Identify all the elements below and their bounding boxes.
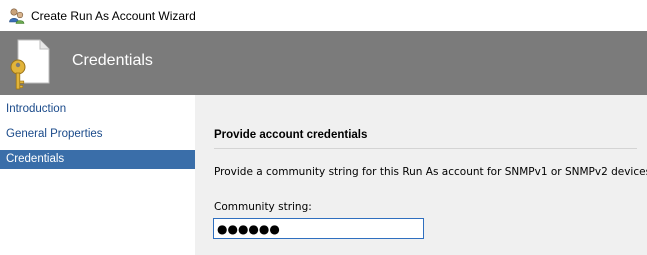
nav-item-credentials[interactable]: Credentials: [0, 150, 195, 169]
key-document-icon: [10, 39, 50, 90]
nav-item-introduction[interactable]: Introduction: [0, 100, 195, 119]
community-string-label: Community string:: [214, 201, 312, 213]
header-title: Credentials: [72, 52, 153, 69]
content-pane: Provide account credentials Provide a co…: [195, 95, 647, 255]
section-divider: [214, 148, 637, 149]
wizard-nav: Introduction General Properties Credenti…: [0, 95, 195, 255]
title-bar: Create Run As Account Wizard: [0, 0, 647, 31]
window-title: Create Run As Account Wizard: [31, 9, 196, 23]
run-as-account-icon: [9, 8, 25, 24]
description-text: Provide a community string for this Run …: [214, 166, 647, 178]
nav-item-general-properties[interactable]: General Properties: [0, 125, 195, 144]
wizard-header: Credentials: [0, 31, 647, 95]
section-title: Provide account credentials: [214, 129, 368, 141]
community-string-input[interactable]: [213, 218, 424, 239]
